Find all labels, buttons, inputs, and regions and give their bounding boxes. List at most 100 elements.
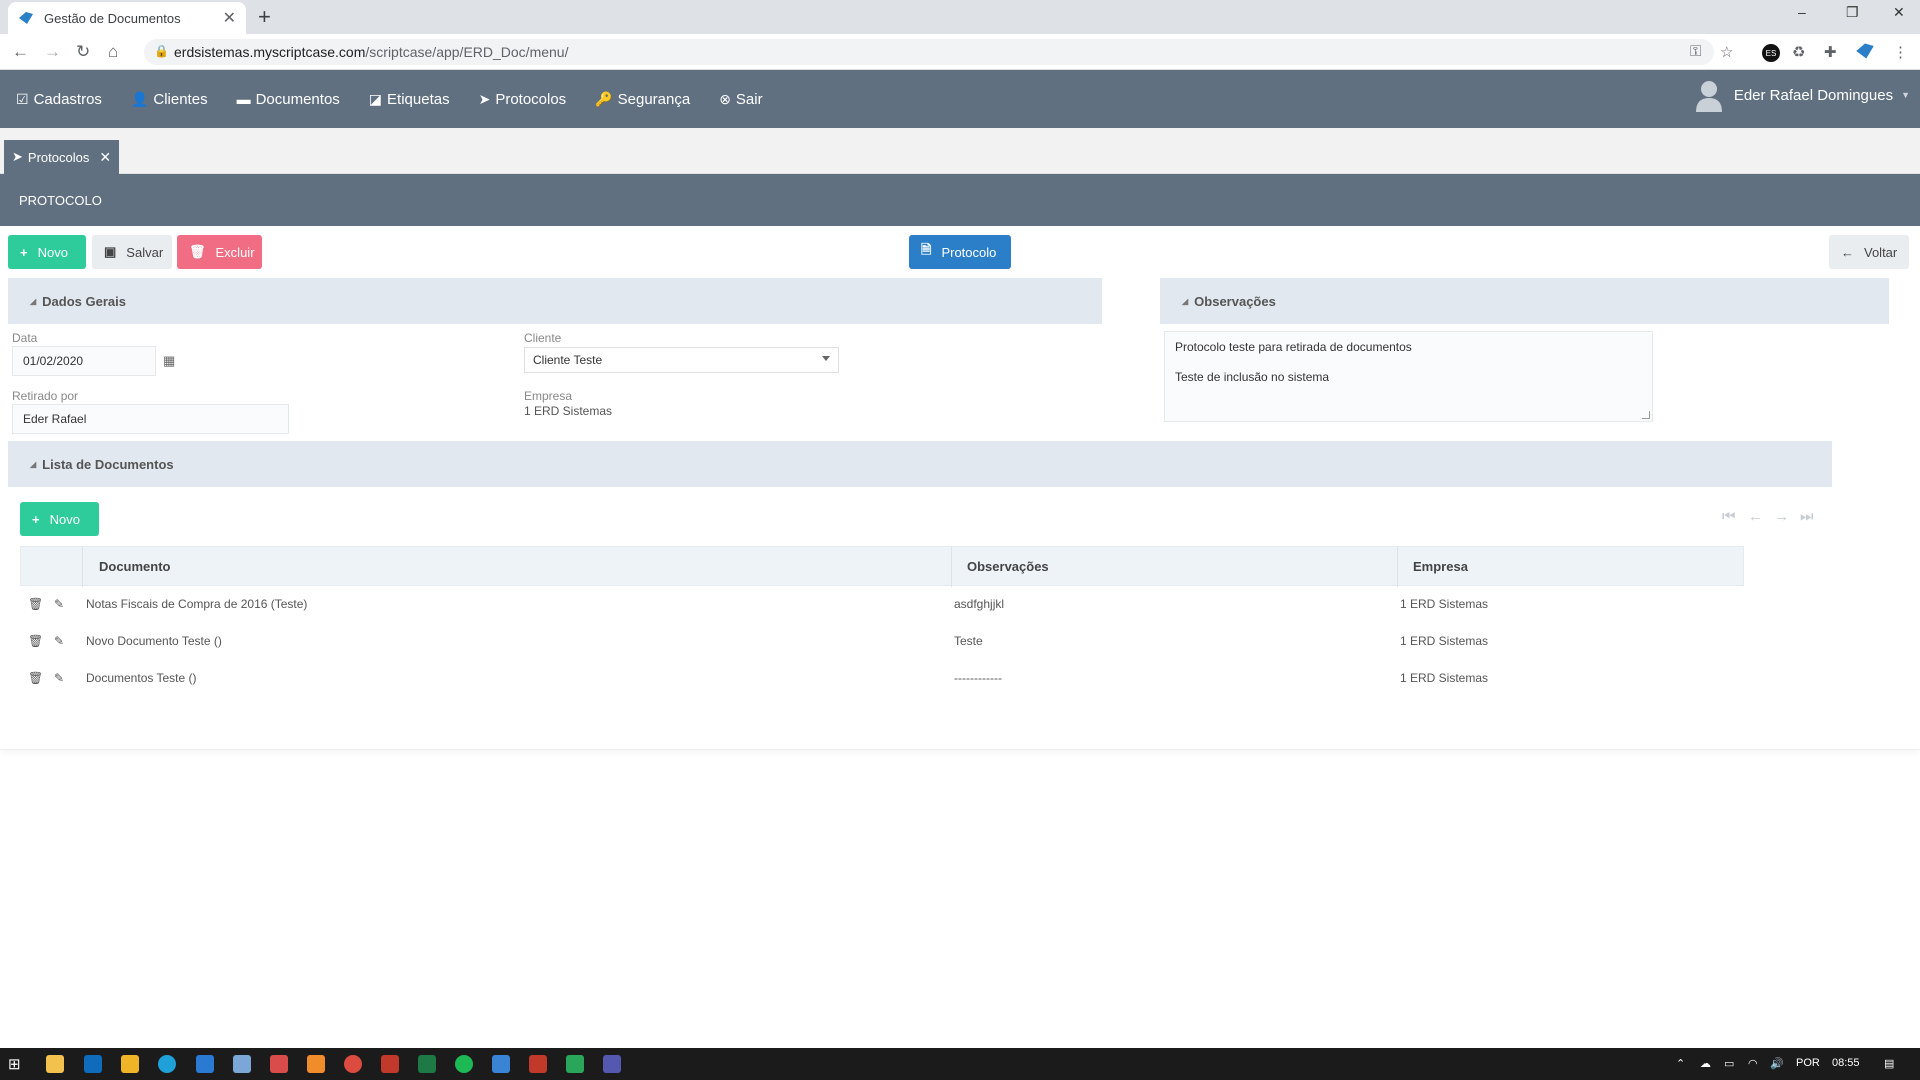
edge-icon[interactable] xyxy=(158,1055,176,1073)
edit-icon[interactable]: ✎ xyxy=(54,671,70,687)
wifi-icon[interactable]: ◠ xyxy=(1748,1057,1758,1070)
key-icon[interactable]: ⚿ xyxy=(1690,43,1701,60)
nav-cadastros-label: Cadastros xyxy=(33,90,102,108)
outlook-icon[interactable] xyxy=(84,1055,102,1073)
lista-documentos-header[interactable]: ◢ Lista de Documentos xyxy=(8,441,1832,487)
voltar-button[interactable]: ← Voltar xyxy=(1829,235,1909,269)
teams-icon[interactable] xyxy=(603,1055,621,1073)
nav-sair[interactable]: ⊗ Sair xyxy=(719,91,762,108)
dados-gerais-header[interactable]: ◢ Dados Gerais xyxy=(8,278,1102,324)
star-icon[interactable]: ☆ xyxy=(1720,43,1733,61)
back-arrow-icon[interactable]: ← xyxy=(12,42,29,62)
sublime-icon[interactable] xyxy=(307,1055,325,1073)
chrome-icon[interactable] xyxy=(344,1055,362,1073)
cliente-label: Cliente xyxy=(524,331,562,345)
paint-icon[interactable] xyxy=(270,1055,288,1073)
form-content: + Novo ▣ Salvar 🗑 Excluir 🗎 Protocolo ← Volta… xyxy=(0,226,1920,750)
observacoes-line1: Protocolo teste para retirada de documen… xyxy=(1175,340,1412,354)
puzzle-extension-icon[interactable]: ✚ xyxy=(1824,43,1837,61)
nav-etiquetas[interactable]: ◪ Etiquetas xyxy=(369,91,450,108)
edit-icon[interactable]: ✎ xyxy=(54,634,70,650)
page-title-bar: PROTOCOLO xyxy=(0,174,1920,226)
collapse-triangle-icon: ◢ xyxy=(30,296,37,306)
volume-icon[interactable]: 🔊 xyxy=(1770,1057,1784,1070)
excel-icon[interactable] xyxy=(418,1055,436,1073)
sticky-folder-icon[interactable] xyxy=(121,1055,139,1073)
clock[interactable]: 08:55 xyxy=(1832,1057,1860,1069)
first-page-icon[interactable]: ⏮ xyxy=(1722,508,1736,525)
document-icon[interactable] xyxy=(492,1055,510,1073)
protocolo-button[interactable]: 🗎 Protocolo xyxy=(909,235,1011,269)
trash-icon[interactable]: 🗑 xyxy=(28,597,44,613)
trash-icon[interactable]: 🗑 xyxy=(28,671,44,687)
nav-protocolos[interactable]: ➤ Protocolos xyxy=(479,91,567,108)
prev-page-icon[interactable]: ← xyxy=(1748,508,1763,525)
col-observacoes[interactable]: Observações xyxy=(967,559,1049,574)
col-empresa[interactable]: Empresa xyxy=(1413,559,1468,574)
battery-icon[interactable]: ▭ xyxy=(1724,1057,1734,1070)
close-tab-icon[interactable]: ✕ xyxy=(223,8,236,28)
last-page-icon[interactable]: ⏭ xyxy=(1800,508,1814,525)
observacoes-header[interactable]: ◢ Observações xyxy=(1160,278,1889,324)
spreadsheet-icon[interactable] xyxy=(566,1055,584,1073)
browser-menu-icon[interactable]: ⋮ xyxy=(1893,43,1908,61)
edit-square-icon: ☑ xyxy=(16,90,29,107)
nav-documentos[interactable]: ▬ Documentos xyxy=(237,91,340,108)
col-documento[interactable]: Documento xyxy=(99,559,171,574)
trash-icon[interactable]: 🗑 xyxy=(28,634,44,650)
url-path: /scriptcase/app/ERD_Doc/menu/ xyxy=(365,44,569,60)
novo-button[interactable]: + Novo xyxy=(8,235,86,269)
reload-icon[interactable]: ↻ xyxy=(76,42,90,62)
recycle-extension-icon[interactable]: ♻ xyxy=(1792,43,1805,61)
lock-icon: 🔒 xyxy=(154,44,169,58)
forward-arrow-icon[interactable]: → xyxy=(44,42,61,62)
resize-grip-icon[interactable] xyxy=(1642,411,1650,419)
tab-protocolos[interactable]: ➤ Protocolos ✕ xyxy=(4,140,120,174)
notepad-icon[interactable] xyxy=(233,1055,251,1073)
scriptcase-extension-icon[interactable] xyxy=(1855,42,1875,60)
row-observacoes: Teste xyxy=(954,634,983,648)
cliente-select[interactable]: Cliente Teste xyxy=(524,347,839,373)
windows-start-icon[interactable]: ⊞ xyxy=(8,1055,26,1073)
restore-button[interactable]: ❐ xyxy=(1846,4,1859,21)
notifications-icon[interactable]: ▤ xyxy=(1884,1057,1894,1070)
lista-novo-button[interactable]: + Novo xyxy=(20,502,99,536)
nav-protocolos-label: Protocolos xyxy=(495,90,567,108)
file-explorer-icon[interactable] xyxy=(46,1055,64,1073)
close-tab-protocolos-icon[interactable]: ✕ xyxy=(99,149,111,166)
data-field[interactable]: 01/02/2020 xyxy=(12,346,156,376)
nav-cadastros[interactable]: ☑ Cadastros xyxy=(16,91,102,108)
salvar-button[interactable]: ▣ Salvar xyxy=(92,235,172,269)
nav-clientes[interactable]: 👤 Clientes xyxy=(131,91,208,108)
table-header: Documento Observações Empresa xyxy=(20,546,1744,587)
app-navbar: ☑ Cadastros 👤 Clientes ▬ Documentos ◪ Etique… xyxy=(0,70,1920,128)
shield-app-icon[interactable] xyxy=(529,1055,547,1073)
language-indicator[interactable]: POR xyxy=(1796,1057,1820,1069)
minimize-button[interactable]: – xyxy=(1798,4,1806,20)
excluir-button[interactable]: 🗑 Excluir xyxy=(177,235,262,269)
observacoes-textarea[interactable]: Protocolo teste para retirada de documen… xyxy=(1164,331,1653,422)
nav-seguranca[interactable]: 🔑 Segurança xyxy=(595,91,690,108)
url-host: erdsistemas.myscriptcase.com xyxy=(174,44,366,60)
edit-icon[interactable]: ✎ xyxy=(54,597,70,613)
onedrive-icon[interactable]: ☁ xyxy=(1700,1057,1711,1070)
home-icon[interactable]: ⌂ xyxy=(108,42,118,62)
app-icon[interactable] xyxy=(381,1055,399,1073)
address-bar[interactable]: 🔒 erdsistemas.myscriptcase.com/scriptcas… xyxy=(144,39,1714,65)
nav-etiquetas-label: Etiquetas xyxy=(387,90,450,108)
spotify-icon[interactable] xyxy=(455,1055,473,1073)
retirado-field[interactable]: Eder Rafael xyxy=(12,404,289,434)
tray-chevron-up-icon[interactable]: ⌃ xyxy=(1676,1057,1685,1070)
cliente-value: Cliente Teste xyxy=(533,353,603,367)
user-menu[interactable]: Eder Rafael Domingues ▼ xyxy=(1694,78,1910,112)
file-icon: 🗎 xyxy=(921,242,932,257)
new-tab-button[interactable]: + xyxy=(258,4,271,30)
calendar-icon[interactable]: ▦ xyxy=(163,353,175,369)
window-close-button[interactable]: ✕ xyxy=(1893,4,1905,21)
browser-tab[interactable]: Gestão de Documentos ✕ xyxy=(8,2,246,34)
archive-icon: ▬ xyxy=(236,91,251,107)
mail-icon[interactable] xyxy=(196,1055,214,1073)
close-circle-icon: ⊗ xyxy=(719,90,731,107)
next-page-icon[interactable]: → xyxy=(1774,508,1789,525)
extension-es-icon[interactable]: ES xyxy=(1762,44,1780,62)
